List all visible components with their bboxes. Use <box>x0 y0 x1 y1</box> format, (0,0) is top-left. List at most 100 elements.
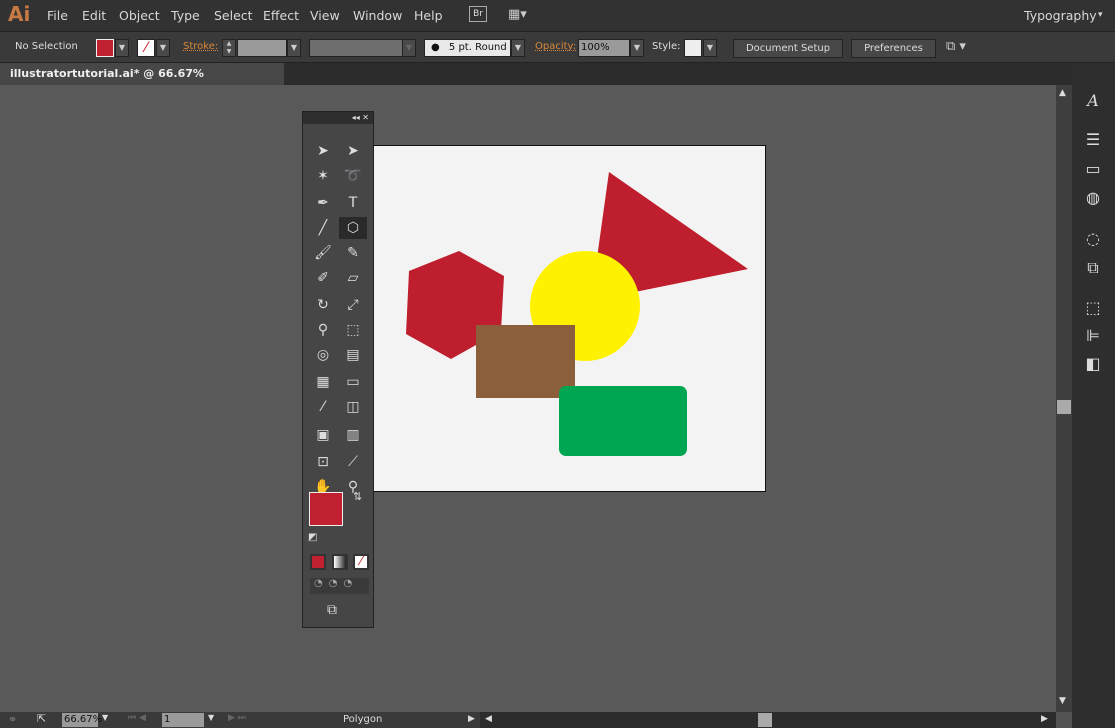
artboard-tool-icon[interactable]: ⊡ <box>309 451 337 473</box>
menu-edit[interactable]: Edit <box>82 8 106 23</box>
zoom-dropdown[interactable]: ▼ <box>102 713 108 722</box>
tools-panel-header[interactable]: ◂◂ ✕ <box>303 112 373 124</box>
appearance-panel-icon[interactable]: ◌ <box>1077 225 1109 252</box>
screen-mode-icon[interactable]: ⧉ <box>327 602 337 618</box>
rectangle-shape[interactable] <box>476 325 575 398</box>
stroke-weight-input[interactable] <box>237 39 287 57</box>
opacity-input[interactable]: 100% <box>578 39 630 57</box>
artboard[interactable] <box>373 145 766 492</box>
page-dropdown[interactable]: ▼ <box>208 713 214 722</box>
fill-swatch[interactable] <box>96 39 114 57</box>
blob-brush-tool-icon[interactable]: ✐ <box>309 267 337 289</box>
mesh-tool-icon[interactable]: ▦ <box>309 371 337 393</box>
paintbrush-tool-icon[interactable]: 🖌 <box>309 242 337 264</box>
transform-panel-icon[interactable]: ⬚ <box>1077 294 1109 321</box>
color-mode-button[interactable] <box>310 554 326 570</box>
page-input[interactable]: 1 <box>162 713 204 727</box>
pen-tool-icon[interactable]: ✒ <box>309 192 337 214</box>
stroke-stepper[interactable]: ▲ ▼ <box>222 39 236 57</box>
scroll-down-icon[interactable]: ▼ <box>1059 696 1066 706</box>
scroll-left-icon[interactable]: ◀ <box>485 714 492 724</box>
vertical-scrollbar[interactable]: ▲ ▼ <box>1056 85 1072 712</box>
workspace-switcher[interactable]: Typography <box>1024 8 1097 23</box>
style-swatch[interactable] <box>684 39 702 57</box>
menu-file[interactable]: File <box>47 8 68 23</box>
perspective-grid-tool-icon[interactable]: ▤ <box>339 344 367 366</box>
menu-select[interactable]: Select <box>214 8 253 23</box>
none-mode-button[interactable]: ⁄ <box>353 554 369 570</box>
symbol-sprayer-tool-icon[interactable]: ▣ <box>309 424 337 446</box>
swap-colors-icon[interactable]: ⇅ <box>353 490 362 503</box>
lasso-tool-icon[interactable]: ➰ <box>339 165 367 187</box>
slice-tool-icon[interactable]: ⟋ <box>339 451 367 473</box>
opacity-label[interactable]: Opacity: <box>535 41 576 52</box>
transparency-panel-icon[interactable]: ◍ <box>1077 184 1109 211</box>
brush-label: 5 pt. Round <box>448 42 507 53</box>
horizontal-scrollbar[interactable]: ◀ ▶ <box>480 712 1056 728</box>
scroll-right-icon[interactable]: ▶ <box>1041 714 1048 724</box>
polygon-tool-icon[interactable]: ⬡ <box>339 217 367 240</box>
h-scroll-thumb[interactable] <box>758 713 772 727</box>
rotate-tool-icon[interactable]: ↻ <box>309 294 337 316</box>
variable-width-profile[interactable] <box>309 39 403 57</box>
gpu-icon: ⚭ <box>8 713 18 726</box>
isolation-mode-icon[interactable]: ⧉ ▾ <box>946 39 966 54</box>
control-panel: No Selection ▼ ⁄ ▼ Stroke: ▲ ▼ ▼ ▼ ● 5 pt… <box>0 31 1115 63</box>
style-dropdown[interactable]: ▼ <box>703 39 717 57</box>
eyedropper-tool-icon[interactable]: ⁄ <box>309 396 337 418</box>
stroke-dropdown[interactable]: ▼ <box>156 39 170 57</box>
scroll-up-icon[interactable]: ▲ <box>1059 88 1066 98</box>
pencil-tool-icon[interactable]: ✎ <box>339 242 367 264</box>
column-graph-tool-icon[interactable]: ▥ <box>339 424 367 446</box>
menu-window[interactable]: Window <box>353 8 402 23</box>
line-tool-icon[interactable]: ╱ <box>309 217 337 239</box>
free-transform-tool-icon[interactable]: ⬚ <box>339 319 367 341</box>
type-tool-icon[interactable]: T <box>339 192 367 214</box>
draw-modes[interactable]: ◔◔◔ <box>310 578 369 594</box>
scale-tool-icon[interactable]: ⤢ <box>339 294 367 316</box>
stroke-label[interactable]: Stroke: <box>183 41 218 52</box>
menu-object[interactable]: Object <box>119 8 160 23</box>
direct-selection-tool-icon[interactable]: ➤ <box>339 140 367 162</box>
opacity-dropdown[interactable]: ▼ <box>630 39 644 57</box>
shape-builder-tool-icon[interactable]: ◎ <box>309 344 337 366</box>
puppet-warp-tool-icon[interactable]: ⚲ <box>309 319 337 341</box>
gradient-mode-button[interactable] <box>332 554 348 570</box>
menu-type[interactable]: Type <box>171 8 200 23</box>
stroke-none-swatch[interactable]: ⁄ <box>137 39 155 57</box>
document-tab[interactable]: illustratortutorial.ai* @ 66.67% (CMYK/P… <box>0 63 284 102</box>
first-page-icon[interactable]: ⏮ ◀ <box>128 713 146 723</box>
eraser-tool-icon[interactable]: ▱ <box>339 267 367 289</box>
preferences-button[interactable]: Preferences <box>851 39 936 58</box>
menu-help[interactable]: Help <box>414 8 443 23</box>
fill-color-swatch[interactable] <box>309 492 343 526</box>
align-panel-icon[interactable]: ⊫ <box>1077 322 1109 349</box>
rounded-rectangle-shape[interactable] <box>559 386 687 456</box>
fill-dropdown[interactable]: ▼ <box>115 39 129 57</box>
zoom-input[interactable]: 66.67% <box>62 713 102 727</box>
magic-wand-tool-icon[interactable]: ✶ <box>309 165 337 187</box>
character-panel-icon[interactable]: A <box>1077 87 1109 114</box>
brush-dropdown[interactable]: ▼ <box>511 39 525 57</box>
blend-tool-icon[interactable]: ◫ <box>339 396 367 418</box>
stroke-panel-icon[interactable]: ☰ <box>1077 126 1109 153</box>
share-icon[interactable]: ⇱ <box>37 712 46 725</box>
document-setup-button[interactable]: Document Setup <box>733 39 843 58</box>
arrange-documents-icon[interactable]: ▦▾ <box>508 7 536 22</box>
status-menu-icon[interactable]: ▶ <box>468 714 475 724</box>
selection-tool-icon[interactable]: ➤ <box>309 140 337 162</box>
next-page-icon[interactable]: ▶ ⏭ <box>228 713 246 723</box>
graphic-styles-panel-icon[interactable]: ⧉ <box>1077 254 1109 281</box>
pathfinder-panel-icon[interactable]: ◧ <box>1077 350 1109 377</box>
gradient-tool-icon[interactable]: ▭ <box>339 371 367 393</box>
scroll-thumb[interactable] <box>1057 400 1071 414</box>
bridge-button[interactable]: Br <box>469 6 487 22</box>
chevron-down-icon[interactable]: ▾ <box>1098 10 1103 20</box>
menu-view[interactable]: View <box>310 8 340 23</box>
stroke-weight-dropdown[interactable]: ▼ <box>287 39 301 57</box>
menu-effect[interactable]: Effect <box>263 8 299 23</box>
default-colors-icon[interactable]: ◩ <box>308 532 317 543</box>
brush-definition[interactable]: ● 5 pt. Round <box>424 39 511 57</box>
gradient-panel-icon[interactable]: ▭ <box>1077 155 1109 182</box>
profile-dropdown[interactable]: ▼ <box>402 39 416 57</box>
